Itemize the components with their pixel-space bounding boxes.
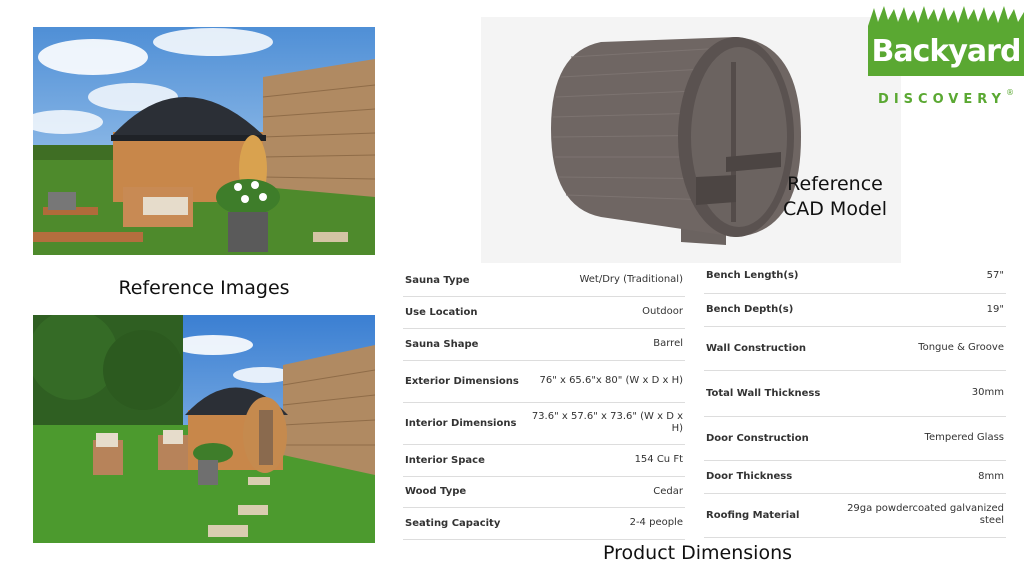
spec-row: Interior Dimensions 73.6" x 57.6" x 73.6"… bbox=[403, 402, 685, 445]
spec-row: Bench Depth(s) 19" bbox=[704, 293, 1006, 327]
spec-value: 76" x 65.6"x 80" (W x D x H) bbox=[527, 360, 685, 403]
reference-photo-sauna-lawn bbox=[33, 315, 375, 543]
spec-row: Sauna Type Wet/Dry (Traditional) bbox=[403, 265, 685, 297]
spec-label: Seating Capacity bbox=[403, 507, 528, 540]
spec-value: 154 Cu Ft bbox=[527, 444, 685, 477]
logo-subtitle: DISCOVERY® bbox=[868, 88, 1024, 107]
logo-registered-mark: ® bbox=[1005, 88, 1014, 97]
spec-value: Cedar bbox=[527, 476, 685, 508]
reference-photo-sauna-patio bbox=[33, 27, 375, 255]
spec-value: 57" bbox=[836, 259, 1006, 294]
spec-label: Use Location bbox=[403, 296, 528, 329]
spec-label: Sauna Type bbox=[403, 265, 528, 297]
spec-label: Door Thickness bbox=[704, 460, 837, 494]
spec-label: Wall Construction bbox=[704, 326, 837, 371]
spec-row: Sauna Shape Barrel bbox=[403, 328, 685, 361]
specs-table-left: Sauna Type Wet/Dry (Traditional) Use Loca… bbox=[403, 265, 685, 540]
spec-value: Wet/Dry (Traditional) bbox=[527, 265, 685, 297]
spec-value: 2-4 people bbox=[527, 507, 685, 540]
spec-row: Use Location Outdoor bbox=[403, 296, 685, 329]
spec-label: Interior Dimensions bbox=[403, 402, 528, 445]
cad-caption: Reference CAD Model bbox=[770, 172, 900, 222]
spec-value: Tempered Glass bbox=[836, 416, 1006, 461]
cad-model-render bbox=[481, 17, 901, 263]
spec-row: Wood Type Cedar bbox=[403, 476, 685, 508]
spec-label: Total Wall Thickness bbox=[704, 370, 837, 417]
spec-label: Bench Depth(s) bbox=[704, 293, 837, 327]
spec-value: 19" bbox=[836, 293, 1006, 327]
cad-caption-line1: Reference bbox=[787, 173, 883, 195]
spec-label: Interior Space bbox=[403, 444, 528, 477]
spec-value: 30mm bbox=[836, 370, 1006, 417]
spec-label: Roofing Material bbox=[704, 493, 837, 538]
reference-images-caption: Reference Images bbox=[118, 277, 290, 299]
spec-row: Door Construction Tempered Glass bbox=[704, 416, 1006, 461]
spec-value: 73.6" x 57.6" x 73.6" (W x D x H) bbox=[527, 402, 685, 445]
logo-sub-text: DISCOVERY bbox=[878, 92, 1006, 107]
spec-label: Bench Length(s) bbox=[704, 259, 837, 294]
logo-name: Backyard bbox=[871, 34, 1022, 69]
spec-label: Sauna Shape bbox=[403, 328, 528, 361]
spec-label: Wood Type bbox=[403, 476, 528, 508]
spec-row: Roofing Material 29ga powdercoated galvan… bbox=[704, 493, 1006, 538]
backyard-discovery-logo: Backyard DISCOVERY® bbox=[868, 6, 1024, 107]
spec-label: Exterior Dimensions bbox=[403, 360, 528, 403]
spec-row: Seating Capacity 2-4 people bbox=[403, 507, 685, 540]
spec-value: 8mm bbox=[836, 460, 1006, 494]
spec-value: Tongue & Groove bbox=[836, 326, 1006, 371]
spec-value: Barrel bbox=[527, 328, 685, 361]
spec-row: Total Wall Thickness 30mm bbox=[704, 370, 1006, 417]
cad-caption-line2: CAD Model bbox=[783, 198, 887, 220]
spec-row: Bench Length(s) 57" bbox=[704, 259, 1006, 294]
spec-row: Exterior Dimensions 76" x 65.6"x 80" (W x… bbox=[403, 360, 685, 403]
product-dimensions-caption: Product Dimensions bbox=[602, 542, 793, 564]
spec-value: Outdoor bbox=[527, 296, 685, 329]
spec-value: 29ga powdercoated galvanized steel bbox=[836, 493, 1006, 538]
spec-row: Wall Construction Tongue & Groove bbox=[704, 326, 1006, 371]
spec-label: Door Construction bbox=[704, 416, 837, 461]
specs-table-right: Bench Length(s) 57" Bench Depth(s) 19" Wal… bbox=[704, 259, 1006, 538]
spec-row: Interior Space 154 Cu Ft bbox=[403, 444, 685, 477]
spec-row: Door Thickness 8mm bbox=[704, 460, 1006, 494]
